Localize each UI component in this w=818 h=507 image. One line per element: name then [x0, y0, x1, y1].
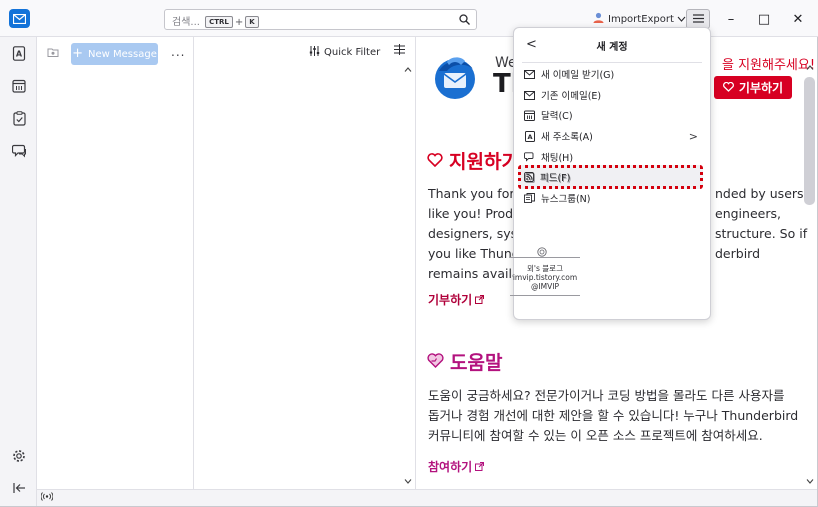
menu-item-new-address-book[interactable]: A 새 주소록(A) > [524, 127, 702, 145]
maximize-button[interactable]: □ [755, 10, 773, 28]
menu-item-label: 새 주소록(A) [541, 132, 593, 143]
status-bar [37, 489, 817, 506]
chevron-right-icon: > [688, 129, 698, 143]
calendar-icon [12, 79, 26, 93]
menu-item-label: 뉴스그룹(N) [541, 194, 591, 205]
menu-item-label: 채팅(H) [541, 153, 574, 164]
search-icon[interactable] [459, 14, 470, 28]
external-link-icon [475, 460, 485, 474]
help-line: 돕거나 경험 개선에 대한 제안을 할 수 있습니다! 누구나 Thunderb… [428, 408, 799, 423]
watermark-divider [510, 295, 580, 296]
thunderbird-logo-icon [431, 53, 479, 101]
newsgroup-icon [524, 193, 535, 204]
collapse-spaces-button[interactable] [11, 480, 27, 496]
menu-title: 새 계정 [596, 42, 628, 53]
thread-scroll-up-icon[interactable] [404, 65, 412, 75]
calendar-space-button[interactable] [11, 78, 27, 94]
help-heading-text: 도움말 [450, 352, 503, 374]
mail-icon [524, 69, 535, 80]
tasks-space-button[interactable] [11, 110, 27, 126]
quick-filter-button[interactable]: Quick Filter [309, 44, 380, 60]
participate-link-text: 참여하기 [428, 460, 473, 474]
menu-item-feed-highlighted[interactable]: 피드(F) [523, 168, 701, 186]
calendar-icon [524, 110, 535, 121]
menu-header: < 새 계정 [514, 28, 710, 60]
account-label: ImportExport [608, 13, 674, 25]
global-search-input[interactable]: 검색... CTRL + K [164, 9, 477, 30]
svg-text:A: A [16, 49, 23, 58]
tasks-icon [12, 110, 26, 126]
collapse-arrow-icon [12, 483, 25, 493]
account-button[interactable]: ImportExport [592, 11, 686, 27]
thread-display-options-icon[interactable] [394, 44, 405, 58]
app-menu-button[interactable] [686, 9, 710, 29]
address-book-icon: A [524, 130, 535, 142]
thread-scroll-down-icon[interactable] [404, 477, 412, 487]
content-scroll-up-icon[interactable] [806, 63, 814, 73]
help-paragraph: 도움이 궁금하세요? 전문가이거나 코딩 방법을 몰라도 다른 사용자를 돕거나… [428, 386, 799, 446]
watermark-blog-name: 뫼's 블로그 [527, 264, 563, 273]
mail-icon [524, 90, 535, 101]
address-book-space-button[interactable]: A [11, 45, 27, 61]
svg-text:A: A [527, 133, 532, 141]
k-key-hint: K [245, 16, 259, 28]
menu-item-get-new-email[interactable]: 새 이메일 받기(G) [524, 65, 702, 83]
hamburger-icon [692, 12, 704, 26]
rss-icon [523, 172, 534, 183]
menu-item-chat[interactable]: 채팅(H) [524, 148, 702, 166]
help-line: 도움이 궁금하세요? 전문가이거나 코딩 방법을 몰라도 다른 사용자를 [428, 388, 785, 403]
menu-item-label: 달력(C) [541, 111, 573, 122]
menu-item-existing-email[interactable]: 기존 이메일(E) [524, 86, 702, 104]
support-prompt-text: 을 지원해주세요! [722, 58, 816, 73]
external-link-icon [475, 293, 485, 307]
donate-link-text: 기부하기 [428, 293, 473, 307]
folder-mode-icon[interactable] [47, 47, 59, 61]
account-icon [592, 11, 605, 27]
thread-pane: Quick Filter [195, 37, 416, 489]
content-scroll-down-icon[interactable] [806, 477, 814, 487]
new-message-button[interactable]: + New Message [71, 43, 158, 65]
gear-icon [13, 450, 25, 462]
heart-icon [722, 81, 734, 95]
help-heading: 도움말 [427, 348, 502, 375]
donate-button-label: 기부하기 [738, 81, 784, 95]
support-heading: 지원하기 [427, 147, 519, 174]
chat-icon [524, 152, 535, 163]
quick-filter-label: Quick Filter [324, 46, 381, 58]
thunderbird-mail-icon[interactable] [9, 9, 30, 28]
chevron-down-icon [677, 14, 686, 25]
menu-item-label: 새 이메일 받기(G) [541, 70, 615, 81]
heart-outline-icon [427, 150, 443, 172]
watermark-handle: @IMVIP [530, 282, 560, 291]
new-message-label: New Message [88, 48, 157, 60]
chat-space-button[interactable] [11, 143, 27, 159]
content-scrollbar-thumb[interactable] [804, 77, 815, 205]
spaces-toolbar: A [0, 37, 37, 506]
folder-pane: + New Message ... [37, 37, 194, 489]
help-line: 커뮤니티에 참여할 수 있는 이 오픈 소스 프로젝트에 참여하세요. [428, 428, 763, 443]
support-heading-text: 지원하기 [449, 151, 519, 173]
watermark-blog-url: imvip.tistory.com [512, 273, 578, 282]
ctrl-key-hint: CTRL [205, 16, 233, 28]
close-button[interactable]: ✕ [789, 10, 807, 28]
watermark-divider [510, 257, 580, 258]
search-placeholder: 검색... CTRL + K [172, 13, 261, 28]
menu-item-label: 피드(F) [540, 173, 571, 184]
donate-button[interactable]: 기부하기 [714, 76, 792, 99]
participate-link[interactable]: 참여하기 [428, 458, 485, 475]
menu-item-label: 기존 이메일(E) [541, 91, 602, 102]
chat-icon [11, 144, 26, 158]
address-book-icon: A [12, 45, 26, 61]
minimize-button[interactable]: – [722, 10, 740, 28]
folder-pane-more-button[interactable]: ... [171, 45, 185, 59]
menu-divider [522, 62, 702, 63]
filter-sliders-icon [309, 45, 320, 59]
menu-item-newsgroup[interactable]: 뉴스그룹(N) [524, 189, 702, 207]
donate-link[interactable]: 기부하기 [428, 291, 485, 308]
menu-item-calendar[interactable]: 달력(C) [524, 106, 702, 124]
settings-button[interactable] [11, 448, 27, 464]
help-heart-icon [427, 351, 444, 373]
online-status-icon[interactable] [40, 492, 54, 503]
plus-icon: + [72, 46, 84, 61]
